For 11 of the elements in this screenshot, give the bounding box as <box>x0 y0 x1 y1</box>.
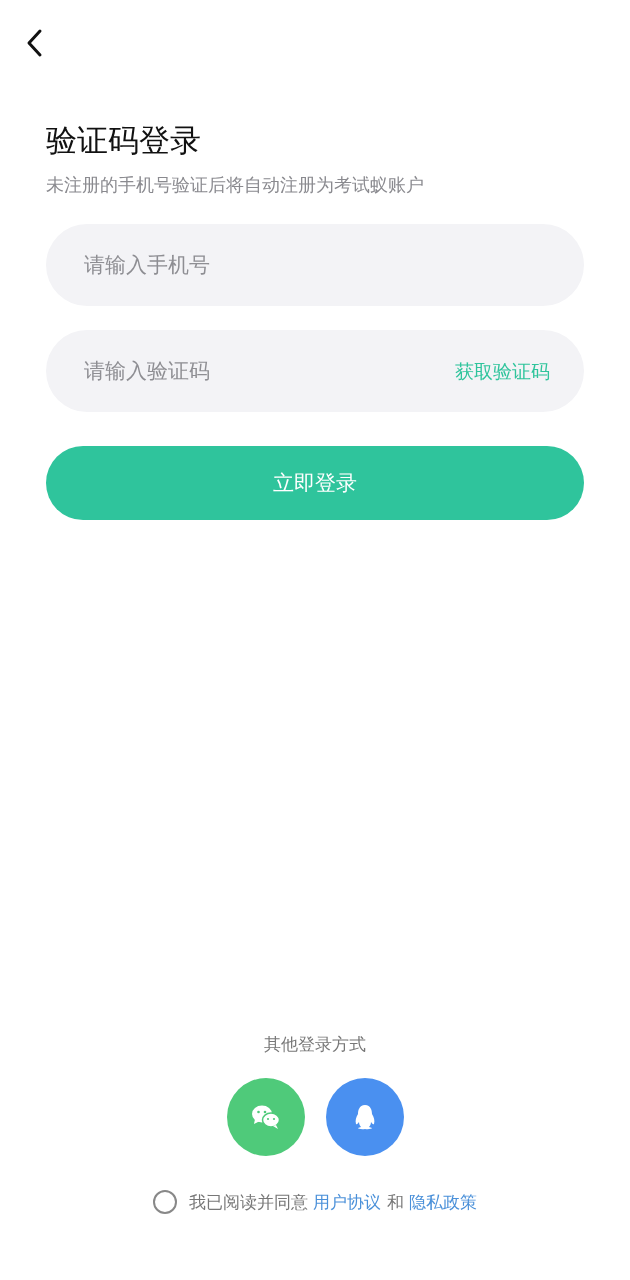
page-title: 验证码登录 <box>46 121 202 160</box>
chat-bubbles-icon <box>250 1104 281 1130</box>
phone-input-field[interactable]: 请输入手机号 <box>46 224 584 306</box>
subtitle-text: 未注册的手机号验证后将自动注册为考试蚁账户 <box>46 173 425 197</box>
user-agreement-link[interactable]: 用户协议 <box>313 1191 382 1212</box>
agree-checkbox[interactable] <box>152 1190 177 1214</box>
other-login-label: 其他登录方式 <box>264 1033 366 1056</box>
login-button[interactable]: 立即登录 <box>46 446 584 520</box>
privacy-policy-link[interactable]: 隐私政策 <box>409 1191 478 1212</box>
get-code-link[interactable]: 获取验证码 <box>455 358 550 384</box>
agreement-text: 我已阅读并同意 用户协议 和 隐私政策 <box>188 1190 478 1214</box>
